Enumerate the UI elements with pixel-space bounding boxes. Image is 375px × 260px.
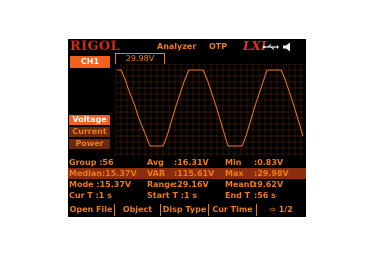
avg-value: :16.31V bbox=[174, 158, 209, 167]
plot-grid bbox=[115, 64, 305, 157]
waveform-plot[interactable] bbox=[115, 64, 305, 157]
stats-row-2: Median:15.37V VAR :115.61V Max :29.98V bbox=[68, 168, 306, 179]
channel-button[interactable]: CH1 bbox=[70, 56, 110, 68]
object-button[interactable]: Object bbox=[115, 204, 161, 216]
mode-value: Mode :15.37V bbox=[69, 180, 132, 189]
avg-label: Avg bbox=[147, 158, 164, 167]
min-label: Min bbox=[225, 158, 242, 167]
max-label: Max bbox=[225, 169, 244, 178]
cur-t-value: Cur T :1 s bbox=[69, 191, 112, 200]
group-value: Group :56 bbox=[69, 158, 114, 167]
usb-icon bbox=[263, 44, 279, 50]
stats-row-3: Mode :15.37V Range :29.16V MeanD :9.62V bbox=[68, 179, 306, 190]
disp-type-button[interactable]: Disp Type bbox=[161, 204, 209, 216]
left-panel: CH1 Voltage Current Power bbox=[68, 54, 114, 157]
softkey-bar: Open File Object Disp Type Cur Time ⇨ 1/… bbox=[68, 203, 306, 217]
stats-row-4: Cur T :1 s Start T :1 s End T :56 s bbox=[68, 190, 306, 201]
range-label: Range bbox=[147, 180, 176, 189]
power-button[interactable]: Power bbox=[69, 139, 110, 149]
page-button[interactable]: ⇨ 1/2 bbox=[257, 204, 305, 216]
range-value: :29.16V bbox=[174, 180, 209, 189]
meand-label: MeanD bbox=[225, 180, 257, 189]
start-t-value: Start T :1 s bbox=[147, 191, 198, 200]
cur-time-button[interactable]: Cur Time bbox=[209, 204, 257, 216]
arrow-right-icon: ⇨ bbox=[269, 205, 276, 214]
meand-value: :9.62V bbox=[254, 180, 284, 189]
end-t-value: :56 s bbox=[254, 191, 276, 200]
median-value: Median:15.37V bbox=[69, 169, 137, 178]
instrument-screen: RIGOL Analyzer OTP LXI CH1 Voltage Curre… bbox=[68, 39, 306, 217]
var-label: VAR bbox=[147, 169, 165, 178]
open-file-button[interactable]: Open File bbox=[68, 204, 115, 216]
voltage-button[interactable]: Voltage bbox=[69, 115, 110, 125]
speaker-icon bbox=[283, 42, 290, 52]
min-value: :0.83V bbox=[254, 158, 284, 167]
status-bar: RIGOL Analyzer OTP LXI bbox=[68, 39, 306, 54]
var-value: :115.61V bbox=[174, 169, 215, 178]
statistics-panel: Group :56 Avg :16.31V Min :0.83V Median:… bbox=[68, 157, 306, 203]
current-button[interactable]: Current bbox=[69, 127, 110, 137]
brand-logo: RIGOL bbox=[70, 39, 120, 54]
end-t-label: End T bbox=[225, 191, 251, 200]
page-label: 1/2 bbox=[278, 205, 293, 214]
otp-indicator: OTP bbox=[209, 42, 228, 51]
stats-row-1: Group :56 Avg :16.31V Min :0.83V bbox=[68, 157, 306, 168]
mode-label: Analyzer bbox=[157, 42, 197, 51]
max-value: :29.98V bbox=[254, 169, 289, 178]
